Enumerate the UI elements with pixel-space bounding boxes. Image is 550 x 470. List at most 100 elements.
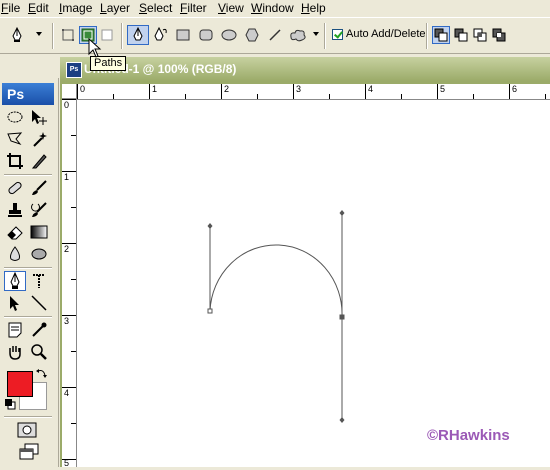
- ps-document-icon: Ps: [66, 62, 82, 78]
- anchor-point: [207, 308, 213, 314]
- chevron-down-icon[interactable]: [313, 32, 319, 36]
- divider: [4, 316, 52, 318]
- shape-layers-button[interactable]: [59, 26, 77, 44]
- menu-help[interactable]: Help: [301, 1, 326, 16]
- screen-mode-button[interactable]: [16, 442, 42, 462]
- intersect-icon: [473, 28, 487, 42]
- menu-edit[interactable]: Edit: [28, 1, 49, 16]
- divider: [121, 23, 123, 49]
- line-button[interactable]: [266, 26, 284, 44]
- marquee-tool[interactable]: [4, 107, 26, 127]
- vertical-ruler[interactable]: 0 1 2 3 4 5: [62, 99, 77, 467]
- ruler-origin[interactable]: [62, 84, 77, 99]
- lasso-tool[interactable]: [4, 129, 26, 149]
- add-to-path-area-button[interactable]: [432, 26, 450, 44]
- clone-stamp-tool[interactable]: [4, 200, 26, 220]
- watermark: ©RHawkins: [427, 427, 510, 444]
- type-tool[interactable]: [28, 271, 50, 291]
- polygon-icon: [245, 28, 259, 42]
- swap-colors-icon[interactable]: [36, 367, 48, 379]
- canvas[interactable]: [77, 100, 550, 467]
- pen-tool[interactable]: [4, 271, 26, 291]
- custom-shape-button[interactable]: [287, 26, 309, 44]
- brush-tool[interactable]: [28, 178, 50, 198]
- magic-wand-tool[interactable]: [28, 129, 50, 149]
- path-selection-tool[interactable]: [4, 293, 26, 313]
- pen-icon: [133, 27, 143, 41]
- arrow-icon: [10, 296, 19, 311]
- screen-mode-icon: [19, 443, 39, 460]
- polygonal-lasso-icon: [7, 132, 23, 146]
- menu-view[interactable]: View: [218, 1, 244, 16]
- horizontal-ruler[interactable]: 0 1 2 3 4 5 6: [77, 84, 550, 100]
- ruler-label: 2: [224, 84, 230, 94]
- zoom-tool[interactable]: [28, 342, 50, 362]
- dodge-tool[interactable]: [28, 244, 50, 264]
- ruler-label: 4: [368, 84, 374, 94]
- menu-window[interactable]: Window: [251, 1, 294, 16]
- subtract-path-area-button[interactable]: [452, 26, 470, 44]
- intersect-path-area-button[interactable]: [471, 26, 489, 44]
- pen-tool-button[interactable]: [127, 25, 149, 45]
- line-icon: [269, 29, 281, 41]
- direction-handle: [207, 223, 213, 229]
- history-brush-tool[interactable]: [28, 200, 50, 220]
- menu-image[interactable]: Image: [59, 1, 92, 16]
- gradient-icon: [30, 225, 48, 239]
- menu-select[interactable]: Select: [139, 1, 172, 16]
- notes-tool[interactable]: [4, 320, 26, 340]
- ellipse-button[interactable]: [220, 26, 238, 44]
- healing-brush-tool[interactable]: [4, 178, 26, 198]
- auto-add-delete-label: Auto Add/Delete: [346, 28, 426, 40]
- quick-mask-button[interactable]: [16, 420, 38, 440]
- rectangle-button[interactable]: [174, 26, 192, 44]
- history-brush-icon: [31, 202, 47, 217]
- foreground-color-swatch[interactable]: [7, 371, 33, 397]
- tool-preset-picker[interactable]: [10, 26, 32, 44]
- divider: [4, 416, 52, 418]
- slice-tool[interactable]: [28, 151, 50, 171]
- menu-filter[interactable]: Filter: [180, 1, 207, 16]
- direction-handle: [339, 417, 345, 423]
- eyedropper-icon: [32, 322, 47, 337]
- pen-icon: [10, 272, 20, 289]
- ps-logo[interactable]: Ps: [2, 83, 54, 105]
- polygon-button[interactable]: [243, 26, 261, 44]
- gradient-tool[interactable]: [28, 222, 50, 242]
- ruler-label: 4: [64, 388, 70, 398]
- default-colors-icon[interactable]: [4, 398, 16, 410]
- exclude-overlap-button[interactable]: [490, 26, 508, 44]
- blur-tool[interactable]: [4, 244, 26, 264]
- curve-path: [209, 244, 343, 318]
- eyedropper-tool[interactable]: [28, 320, 50, 340]
- quick-mask-icon: [17, 422, 37, 438]
- ruler-label: 5: [440, 84, 446, 94]
- chevron-down-icon[interactable]: [36, 32, 42, 36]
- freeform-pen-button[interactable]: [152, 26, 170, 44]
- rectangle-icon: [176, 29, 190, 41]
- eraser-tool[interactable]: [4, 222, 26, 242]
- ruler-ticks: [77, 84, 546, 99]
- divider: [4, 267, 52, 269]
- paths-tooltip: Paths: [90, 56, 127, 71]
- smudge-icon: [10, 246, 20, 261]
- crop-tool[interactable]: [4, 151, 26, 171]
- hand-icon: [9, 346, 21, 360]
- subtract-icon: [454, 28, 468, 42]
- options-bar: Auto Add/Delete: [0, 17, 550, 54]
- line-icon: [31, 295, 47, 311]
- pen-icon: [12, 27, 22, 42]
- rounded-rectangle-button[interactable]: [197, 26, 215, 44]
- menu-file[interactable]: File: [1, 1, 20, 16]
- line-tool[interactable]: [28, 293, 50, 313]
- slice-icon: [31, 154, 47, 169]
- move-tool[interactable]: [28, 107, 50, 127]
- divider: [324, 23, 326, 49]
- menu-layer[interactable]: Layer: [100, 1, 130, 16]
- toolbox: Ps: [0, 78, 59, 467]
- ruler-label: 3: [296, 84, 302, 94]
- hand-tool[interactable]: [4, 342, 26, 362]
- ruler-label: 0: [64, 100, 70, 110]
- document-title-bar[interactable]: Ps Untitled-1 @ 100% (RGB/8): [60, 57, 550, 81]
- auto-add-delete-checkbox[interactable]: [332, 29, 343, 40]
